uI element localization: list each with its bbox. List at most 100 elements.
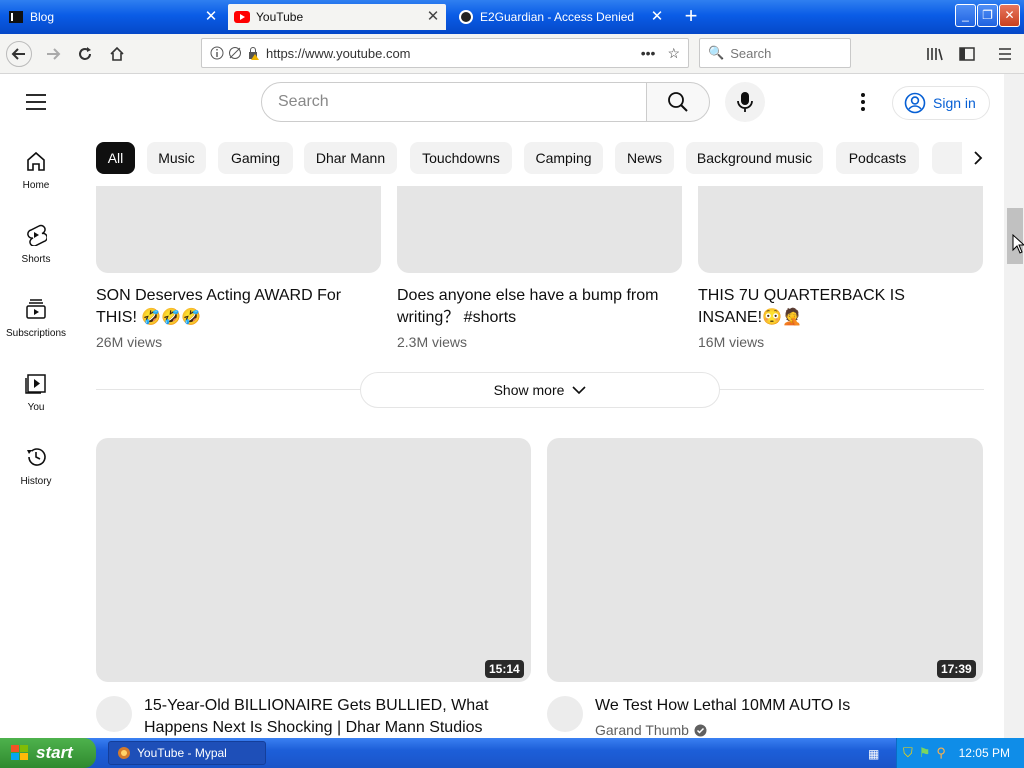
page-actions-icon[interactable]: •••	[641, 45, 656, 62]
video-thumbnail[interactable]	[96, 438, 531, 682]
app-menu-button[interactable]	[992, 41, 1018, 67]
chip-camping[interactable]: Camping	[524, 142, 603, 174]
browse-grid: SON Deserves Acting AWARD For THIS! 🤣🤣🤣 …	[96, 186, 984, 738]
tab-close-icon[interactable]: ✕	[426, 9, 440, 24]
video-title[interactable]: 15-Year-Old BILLIONAIRE Gets BULLIED, Wh…	[144, 695, 514, 738]
library-icon	[927, 48, 943, 61]
start-button[interactable]: start	[0, 738, 96, 768]
video-duration: 17:39	[937, 660, 976, 678]
short-views: 16M views	[698, 334, 765, 350]
guide-label: Subscriptions	[5, 328, 67, 339]
sign-in-label: Sign in	[933, 95, 976, 111]
guide-item-history[interactable]: History	[0, 426, 72, 500]
taskbar-item-browser[interactable]: YouTube - Mypal	[108, 741, 266, 765]
chips-next-button[interactable]	[962, 142, 994, 174]
chip-background-music[interactable]: Background music	[686, 142, 823, 174]
browser-search-field[interactable]: 🔍 Search	[699, 38, 851, 68]
url-bar[interactable]: https://www.youtube.com ••• ☆	[201, 38, 689, 68]
more-vert-icon	[861, 93, 865, 111]
url-text: https://www.youtube.com	[266, 45, 411, 61]
guide-label: Shorts	[21, 254, 51, 265]
video-thumbnail[interactable]	[547, 438, 983, 682]
search-input[interactable]: Search	[261, 82, 647, 122]
short-thumbnail[interactable]	[96, 186, 381, 273]
forward-arrow-icon	[47, 48, 61, 60]
channel-avatar[interactable]	[96, 696, 132, 732]
search-icon	[668, 92, 688, 112]
reload-icon	[79, 47, 91, 60]
back-arrow-icon	[11, 48, 25, 60]
os-taskbar: start YouTube - Mypal ▦ ⛉ ⚑ ⚲ 12:05 PM	[0, 738, 1024, 768]
youtube-favicon-icon	[234, 9, 250, 25]
short-thumbnail[interactable]	[397, 186, 682, 273]
voice-search-button[interactable]	[725, 82, 765, 122]
chip-touchdowns[interactable]: Touchdowns	[410, 142, 512, 174]
close-window-button[interactable]: ✕	[999, 4, 1020, 27]
filter-chips-bar: All Music Gaming Dhar Mann Touchdowns Ca…	[96, 142, 1004, 174]
guide-item-you[interactable]: You	[0, 352, 72, 426]
tab-blog[interactable]: Blog ✕	[2, 4, 224, 30]
restore-button[interactable]: ❐	[977, 4, 998, 27]
hamburger-menu-icon	[999, 48, 1011, 60]
chip-all[interactable]: All	[96, 142, 135, 174]
short-views: 26M views	[96, 334, 163, 350]
browser-tab-bar: Blog ✕ YouTube ✕ E2Guardian - Access Den…	[0, 0, 1024, 34]
library-button[interactable]	[922, 41, 948, 67]
guide-menu-button[interactable]	[24, 92, 48, 112]
chevron-right-icon	[974, 151, 983, 165]
guide-label: History	[20, 476, 52, 487]
browser-search-placeholder: Search	[730, 45, 772, 61]
forward-button[interactable]	[40, 41, 66, 67]
chip-gaming[interactable]: Gaming	[218, 142, 293, 174]
autoplay-blocked-icon	[229, 47, 241, 59]
subscriptions-icon	[26, 299, 46, 319]
security-shield-icon[interactable]: ⛉	[903, 745, 913, 761]
guide-item-subscriptions[interactable]: Subscriptions	[0, 278, 72, 352]
back-button[interactable]	[6, 41, 32, 67]
sidebar-button[interactable]	[954, 41, 980, 67]
mini-guide: Home Shorts Subscriptions You History	[0, 130, 72, 510]
search-button[interactable]	[646, 82, 710, 122]
chip-dhar-mann[interactable]: Dhar Mann	[304, 142, 397, 174]
short-title[interactable]: Does anyone else have a bump from writin…	[397, 285, 667, 329]
home-button[interactable]	[104, 41, 130, 67]
microphone-icon	[737, 92, 753, 112]
settings-more-button[interactable]	[853, 90, 873, 114]
search-tray-icon[interactable]: ⚲	[936, 745, 946, 761]
system-tray: ⛉ ⚑ ⚲ 12:05 PM	[896, 738, 1024, 768]
short-thumbnail[interactable]	[698, 186, 983, 273]
page-scrollbar[interactable]	[1004, 74, 1024, 738]
chip-news[interactable]: News	[615, 142, 674, 174]
video-title[interactable]: We Test How Lethal 10MM AUTO Is	[595, 695, 965, 717]
guide-label: You	[27, 402, 45, 413]
home-icon	[27, 151, 45, 171]
search-placeholder: Search	[278, 93, 329, 110]
site-info-icons[interactable]	[202, 46, 266, 60]
guide-label: Home	[22, 180, 50, 191]
tab-youtube[interactable]: YouTube ✕	[228, 4, 446, 30]
bookmark-star-icon[interactable]: ☆	[667, 45, 680, 62]
guide-item-shorts[interactable]: Shorts	[0, 204, 72, 278]
chip-podcasts[interactable]: Podcasts	[836, 142, 919, 174]
chip-music[interactable]: Music	[147, 142, 206, 174]
channel-avatar[interactable]	[547, 696, 583, 732]
github-favicon-icon	[458, 9, 474, 25]
new-tab-button[interactable]: +	[680, 5, 702, 28]
tab-close-icon[interactable]: ✕	[204, 9, 218, 24]
show-more-button[interactable]: Show more	[360, 372, 720, 408]
insecure-lock-icon	[249, 47, 259, 60]
reload-button[interactable]	[72, 41, 98, 67]
network-icon[interactable]: ⚑	[919, 745, 931, 761]
tab-e2guardian[interactable]: E2Guardian - Access Denied ✕	[452, 4, 670, 30]
history-icon	[27, 448, 46, 466]
mouse-cursor-icon	[1012, 234, 1024, 254]
channel-name-row[interactable]: Garand Thumb	[595, 722, 707, 738]
tab-close-icon[interactable]: ✕	[650, 9, 664, 24]
account-circle-icon	[904, 92, 926, 114]
short-title[interactable]: THIS 7U QUARTERBACK IS INSANE!😳🤦	[698, 285, 968, 329]
guide-item-home[interactable]: Home	[0, 130, 72, 204]
sign-in-button[interactable]: Sign in	[892, 86, 990, 120]
keyboard-icon[interactable]: ▦	[868, 747, 879, 761]
minimize-button[interactable]: _	[955, 4, 976, 27]
short-title[interactable]: SON Deserves Acting AWARD For THIS! 🤣🤣🤣	[96, 285, 366, 329]
